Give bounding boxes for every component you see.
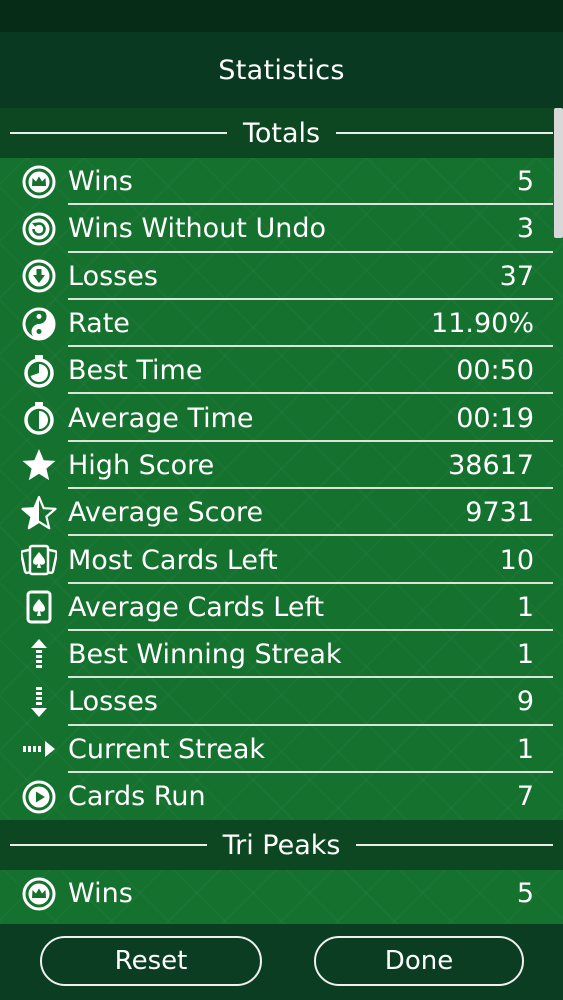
stat-value: 1 [516, 639, 534, 671]
stat-label: Cards Run [68, 781, 206, 812]
tri-peaks-list: Wins 5 [0, 870, 563, 917]
no-undo-icon [20, 210, 58, 248]
dashed-up-arrow-icon [20, 636, 58, 674]
stat-value: 5 [516, 878, 534, 910]
stat-row: Average Cards Left 1 [0, 584, 563, 632]
down-arrow-circle-icon [20, 257, 58, 295]
stat-row: Current Streak 1 [0, 726, 563, 774]
half-star-icon [20, 494, 58, 532]
stat-row: Best Winning Streak 1 [0, 631, 563, 679]
section-title: Tri Peaks [222, 829, 341, 861]
stat-value: 00:19 [456, 402, 534, 434]
stat-row: Average Score 9731 [0, 489, 563, 537]
stopwatch-icon [20, 352, 58, 390]
page-title: Statistics [218, 54, 345, 86]
stat-value: 3 [516, 213, 534, 245]
scrollbar-thumb[interactable] [554, 108, 563, 238]
stat-label: Losses [68, 686, 158, 718]
stat-label: Wins [68, 878, 133, 910]
totals-list: Wins 5 Wins Without Undo 3 Losses 37 Rate 11.90… [0, 158, 563, 820]
stat-value: 00:50 [456, 355, 534, 387]
star-icon [20, 446, 58, 484]
stat-label: Rate [68, 308, 130, 340]
stat-label: High Score [68, 449, 215, 481]
stat-value: 11.90% [431, 308, 534, 340]
header-bar: Statistics [0, 32, 563, 108]
reset-button[interactable]: Reset [40, 936, 262, 986]
stat-label: Most Cards Left [68, 544, 278, 576]
stat-value: 37 [499, 260, 534, 292]
divider-right [336, 132, 553, 134]
stat-value: 10 [499, 544, 534, 576]
done-button[interactable]: Done [314, 936, 524, 986]
dashed-right-arrow-icon [20, 730, 58, 768]
top-strip [0, 0, 563, 32]
stopwatch-half-icon [20, 399, 58, 437]
stat-value: 9 [516, 686, 534, 718]
stat-label: Wins Without Undo [68, 213, 327, 245]
cards-fan-icon [20, 541, 58, 579]
crown-circle-icon [20, 163, 58, 201]
stat-row: Most Cards Left 10 [0, 536, 563, 584]
stat-label: Best Time [68, 355, 203, 387]
divider-right [356, 844, 554, 847]
section-header-tri-peaks: Tri Peaks [0, 820, 563, 871]
dashed-down-arrow-icon [20, 683, 58, 721]
stat-row: Rate 11.90% [0, 300, 563, 348]
stat-label: Best Winning Streak [68, 639, 342, 671]
stat-label: Wins [68, 166, 133, 198]
stat-row: Wins 5 [0, 158, 563, 206]
stats-scroll-area[interactable]: Totals Wins 5 Wins Without Undo 3 Losses 37 Ra… [0, 108, 563, 924]
stat-label: Average Score [68, 497, 264, 529]
crown-circle-icon [20, 875, 58, 913]
play-circle-icon [20, 778, 58, 816]
stat-row: Cards Run 7 [0, 773, 563, 820]
card-spade-icon [20, 588, 58, 626]
stat-label: Average Cards Left [68, 591, 325, 623]
footer-bar: Reset Done [0, 924, 563, 1000]
stat-label: Losses [68, 260, 158, 292]
stat-value: 38617 [448, 449, 534, 481]
stat-value: 7 [516, 781, 534, 812]
yin-yang-icon [20, 305, 58, 343]
stat-row: Wins 5 [0, 870, 563, 917]
stat-value: 1 [516, 733, 534, 765]
stat-value: 5 [516, 166, 534, 198]
stat-row: Losses 37 [0, 253, 563, 301]
section-header-totals: Totals [0, 108, 563, 158]
divider-left [10, 132, 227, 134]
section-title: Totals [242, 117, 321, 149]
stat-value: 1 [516, 591, 534, 623]
stat-label: Current Streak [68, 733, 266, 765]
stat-value: 9731 [465, 497, 534, 529]
stat-row: High Score 38617 [0, 442, 563, 490]
stat-label: Average Time [68, 402, 254, 434]
stat-row: Best Time 00:50 [0, 347, 563, 395]
stat-row: Losses 9 [0, 678, 563, 726]
stat-row: Wins Without Undo 3 [0, 205, 563, 253]
divider-left [10, 844, 207, 847]
stat-row: Average Time 00:19 [0, 394, 563, 443]
